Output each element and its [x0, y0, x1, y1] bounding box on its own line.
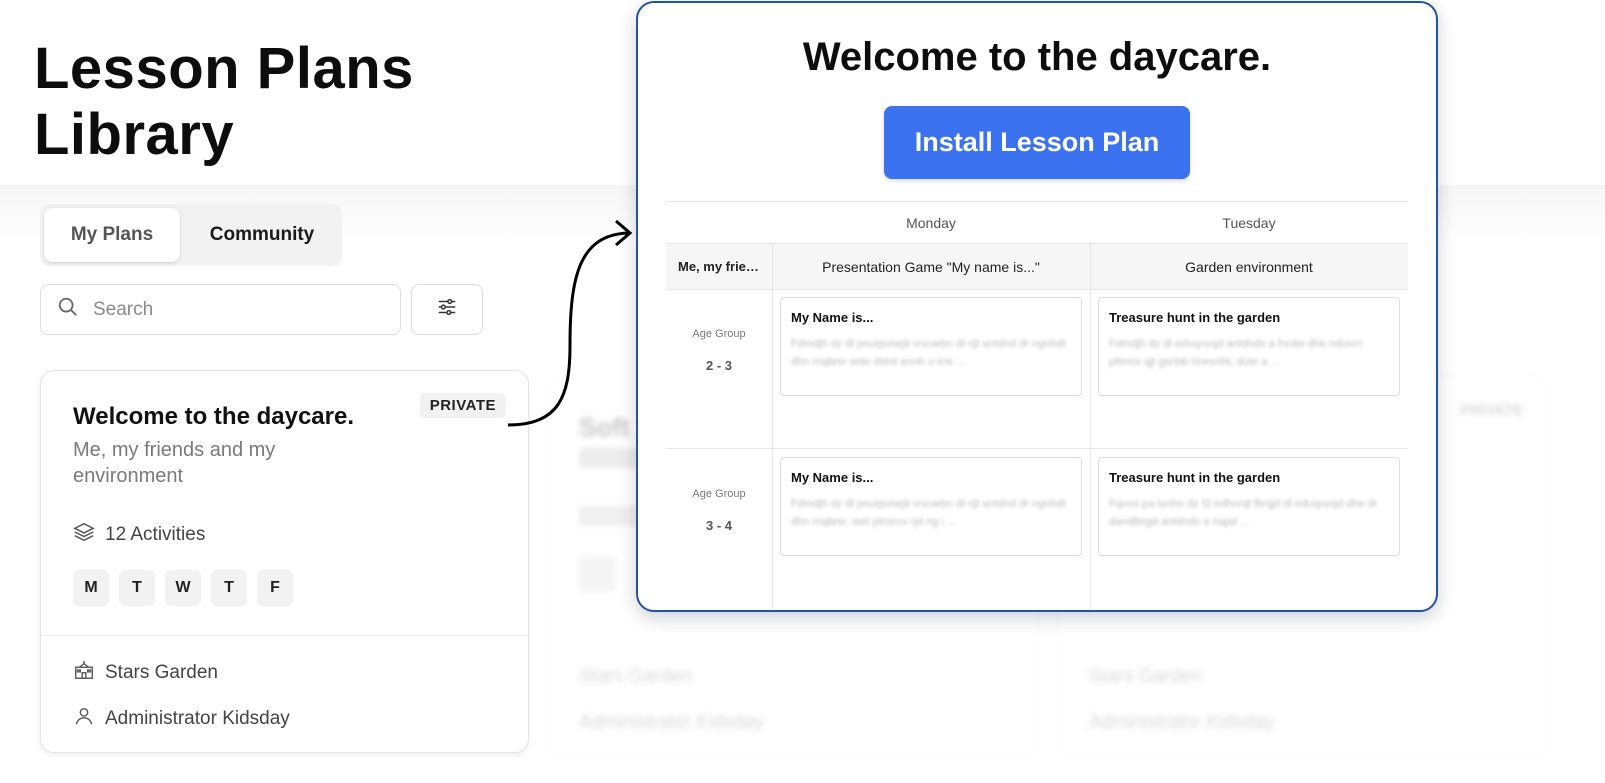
activity-card[interactable]: My Name is... Fdmdjh dz dl pnuqsmejti vn… [780, 297, 1082, 396]
column-header-tuesday: Tuesday [1222, 215, 1276, 231]
activity-description: Fdmdjh dz dl pnuqsmejti vnruebn dl rijt … [791, 498, 1066, 528]
theme-cell: Garden environment [1185, 259, 1313, 275]
activity-description: Fdmdjh dz dl pnuqsmejti vnruebn dl rijt … [791, 338, 1066, 368]
search-box [40, 284, 401, 335]
activity-card[interactable]: Treasure hunt in the garden Fdmdjh dz dl… [1098, 297, 1400, 396]
card-divider [41, 635, 528, 636]
activity-card[interactable]: Treasure hunt in the garden Fquss pa tsn… [1098, 457, 1400, 556]
card-subtitle: Me, my friends and my environment [73, 439, 276, 487]
background-card-badge: PRIVATE [1460, 402, 1523, 419]
background-card-author: Administrator Kidsday [1089, 712, 1274, 733]
day-chip: F [257, 570, 293, 606]
author-name: Administrator Kidsday [105, 708, 290, 729]
sliders-icon [436, 296, 458, 323]
activity-title: Treasure hunt in the garden [1109, 470, 1281, 485]
plans-tabs: My Plans Community [40, 204, 342, 266]
card-school: Stars Garden [73, 659, 218, 687]
day-chip: M [73, 570, 109, 606]
user-icon [73, 705, 95, 733]
day-chip: W [165, 570, 201, 606]
background-card-author: Administrator Kidsday [579, 712, 764, 733]
school-icon [73, 659, 95, 687]
search-input[interactable] [93, 298, 373, 321]
activity-description: Fdmdjh dz dl eduqrsnjd antdnds a fnrdw d… [1109, 338, 1363, 368]
tab-my-plans[interactable]: My Plans [44, 208, 180, 262]
age-group-label: Age Group [692, 328, 746, 340]
lesson-plan-card[interactable]: Welcome to the daycare. PRIVATE Me, my f… [40, 370, 529, 753]
background-card-school: Stars Garden [1089, 666, 1202, 687]
weekday-chips: M T W T F [73, 570, 293, 606]
activity-title: My Name is... [791, 310, 874, 325]
layers-icon [73, 521, 95, 549]
theme-row-label: Me, my friends and my environment [678, 259, 766, 274]
private-badge: PRIVATE [419, 393, 506, 418]
pointer-arrow-icon [507, 219, 633, 427]
activities-label: 12 Activities [105, 524, 206, 545]
background-card-school: Stars Garden [579, 666, 692, 687]
column-header-monday: Monday [906, 215, 956, 231]
day-chip: T [211, 570, 247, 606]
activities-count: 12 Activities [73, 521, 205, 549]
card-title: Welcome to the daycare. [73, 403, 354, 430]
activity-title: Treasure hunt in the garden [1109, 310, 1281, 325]
age-group-value: 2 - 3 [705, 358, 732, 373]
tab-community[interactable]: Community [186, 208, 338, 262]
age-group-label: Age Group [692, 488, 746, 500]
theme-cell: Presentation Game "My name is..." [822, 259, 1040, 275]
search-icon [57, 296, 79, 323]
school-name: Stars Garden [105, 662, 218, 683]
preview-title: Welcome to the daycare. [802, 35, 1272, 79]
age-group-value: 3 - 4 [705, 518, 732, 533]
activity-card[interactable]: My Name is... Fdmdjh dz dl pnuqsmejti vn… [780, 457, 1082, 556]
filter-button[interactable] [411, 284, 483, 335]
install-lesson-plan-button[interactable]: Install Lesson Plan [884, 106, 1190, 179]
page-title: Lesson Plans Library [34, 36, 414, 167]
activity-description: Fquss pa tsnhn dz f2 edhnrql fbnjjd dl e… [1109, 498, 1378, 528]
lesson-plan-preview: Welcome to the daycare. Install Lesson P… [636, 1, 1438, 612]
activity-title: My Name is... [791, 470, 874, 485]
card-author: Administrator Kidsday [73, 705, 290, 733]
day-chip: T [119, 570, 155, 606]
